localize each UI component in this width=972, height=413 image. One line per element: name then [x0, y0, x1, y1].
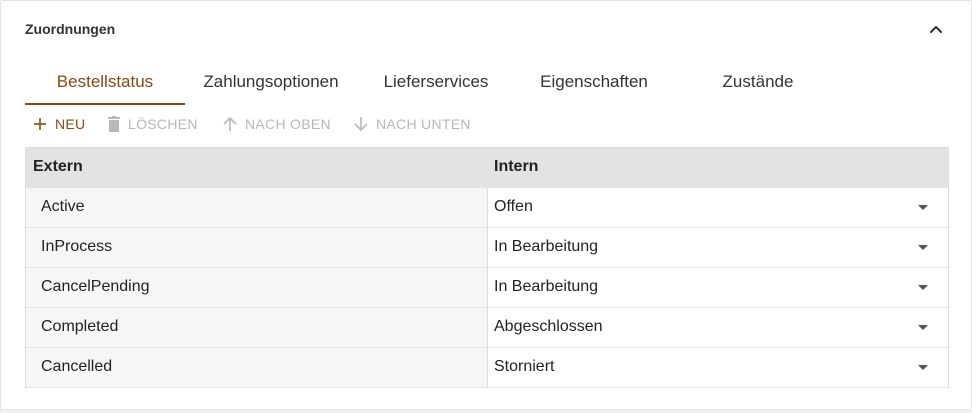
- column-header-extern[interactable]: Extern: [33, 148, 83, 188]
- table-row: Completed Abgeschlossen: [26, 308, 948, 348]
- extern-value: Completed: [41, 318, 119, 335]
- dropdown-caret-icon: [918, 365, 928, 370]
- intern-select[interactable]: Offen: [488, 188, 948, 228]
- tab-zustaende[interactable]: Zustände: [705, 63, 811, 103]
- extern-value: Cancelled: [41, 358, 113, 375]
- table-row: InProcess In Bearbeitung: [26, 228, 948, 268]
- extern-cell[interactable]: Completed: [26, 308, 488, 348]
- extern-cell[interactable]: InProcess: [26, 228, 488, 268]
- move-down-button-label: NACH UNTEN: [376, 116, 471, 132]
- intern-value: In Bearbeitung: [494, 238, 599, 255]
- extern-cell[interactable]: Active: [26, 188, 488, 228]
- extern-cell[interactable]: Cancelled: [26, 348, 488, 388]
- new-button-label: NEU: [55, 116, 86, 132]
- move-down-button[interactable]: NACH UNTEN: [354, 113, 471, 135]
- arrow-down-icon: [354, 117, 368, 132]
- trash-icon: [108, 116, 120, 132]
- table-row: CancelPending In Bearbeitung: [26, 268, 948, 308]
- delete-button[interactable]: LÖSCHEN: [108, 113, 198, 135]
- tab-lieferservices[interactable]: Lieferservices: [373, 63, 499, 103]
- move-up-button[interactable]: NACH OBEN: [223, 113, 331, 135]
- extern-value: CancelPending: [41, 278, 150, 295]
- extern-value: Active: [41, 198, 85, 215]
- intern-select[interactable]: Abgeschlossen: [488, 308, 948, 348]
- intern-select[interactable]: In Bearbeitung: [488, 228, 948, 268]
- move-up-button-label: NACH OBEN: [245, 116, 331, 132]
- intern-value: In Bearbeitung: [494, 278, 599, 295]
- table-row: Active Offen: [26, 188, 948, 228]
- chevron-up-icon: [930, 26, 942, 33]
- tab-zahlungsoptionen[interactable]: Zahlungsoptionen: [193, 63, 349, 103]
- tab-bestellstatus[interactable]: Bestellstatus: [25, 63, 185, 105]
- mapping-table: Extern Intern Active Offen InProcess In …: [25, 147, 949, 388]
- panel-title: Zuordnungen: [25, 21, 116, 37]
- dropdown-caret-icon: [918, 285, 928, 290]
- toolbar: NEU LÖSCHEN NACH OBEN NACH UNTEN: [25, 113, 625, 135]
- extern-value: InProcess: [41, 238, 113, 255]
- new-button[interactable]: NEU: [33, 113, 85, 135]
- intern-select[interactable]: Storniert: [488, 348, 948, 388]
- dropdown-caret-icon: [918, 245, 928, 250]
- arrow-up-icon: [223, 116, 237, 131]
- mappings-panel: Zuordnungen Bestellstatus Zahlungsoption…: [0, 0, 972, 410]
- dropdown-caret-icon: [918, 325, 928, 330]
- table-row: Cancelled Storniert: [26, 348, 948, 388]
- collapse-button[interactable]: [925, 20, 947, 40]
- delete-button-label: LÖSCHEN: [128, 116, 198, 132]
- column-header-intern[interactable]: Intern: [494, 148, 538, 188]
- plus-icon: [34, 118, 46, 130]
- tab-bar: Bestellstatus Zahlungsoptionen Lieferser…: [25, 63, 949, 105]
- dropdown-caret-icon: [918, 205, 928, 210]
- table-header: Extern Intern: [26, 148, 948, 188]
- intern-value: Storniert: [494, 358, 555, 375]
- intern-value: Abgeschlossen: [494, 318, 603, 335]
- extern-cell[interactable]: CancelPending: [26, 268, 488, 308]
- panel-header: Zuordnungen: [25, 20, 947, 40]
- intern-value: Offen: [494, 198, 533, 215]
- intern-select[interactable]: In Bearbeitung: [488, 268, 948, 308]
- tab-eigenschaften[interactable]: Eigenschaften: [530, 63, 658, 103]
